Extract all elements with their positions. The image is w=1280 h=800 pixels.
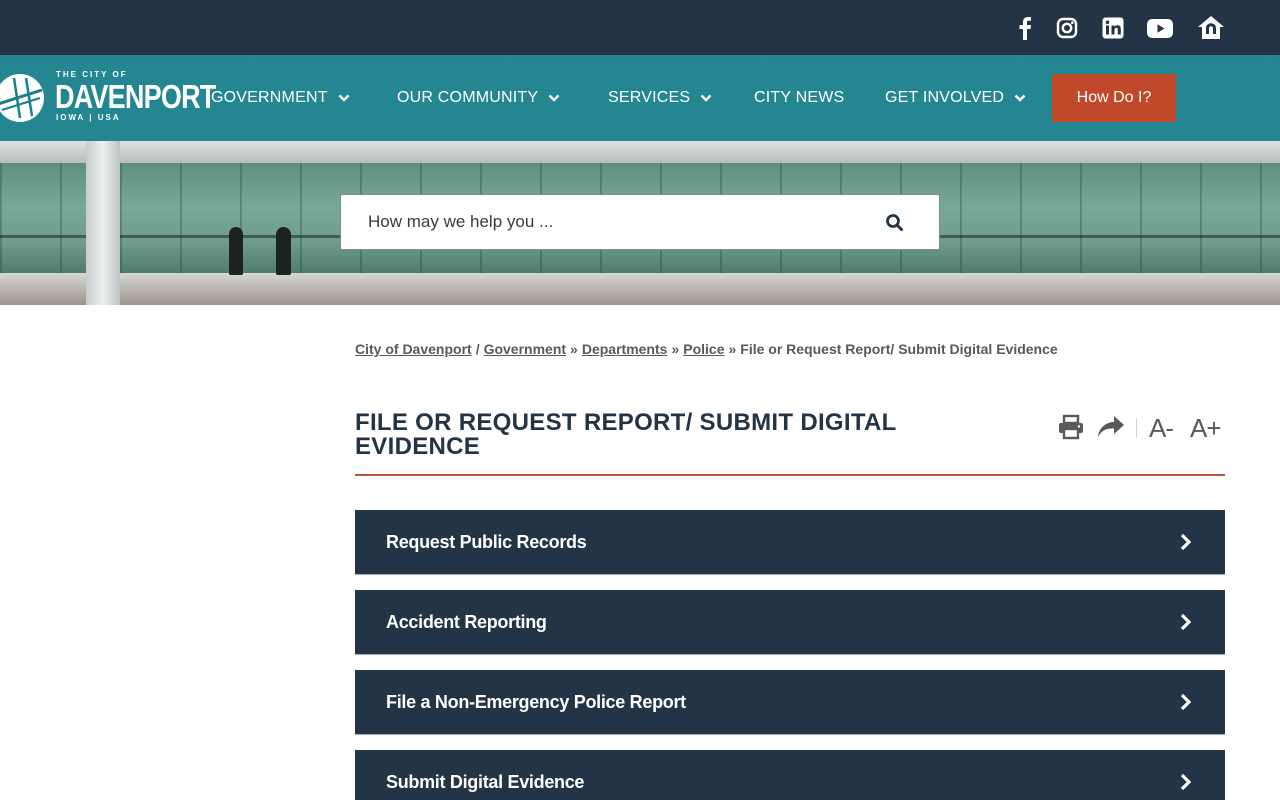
breadcrumb-link[interactable]: Departments (582, 341, 668, 357)
chevron-down-icon (1014, 89, 1026, 107)
instagram-icon[interactable] (1055, 13, 1079, 43)
nav-get-involved[interactable]: GET INVOLVED (885, 86, 1026, 110)
site-search (340, 194, 940, 250)
nextdoor-icon[interactable] (1196, 13, 1226, 43)
accordion-label: Submit Digital Evidence (386, 771, 585, 792)
font-decrease-button[interactable]: A- (1149, 413, 1174, 444)
search-icon[interactable] (885, 213, 905, 233)
nav-city-news[interactable]: CITY NEWS (754, 86, 844, 110)
hero-person (276, 227, 291, 275)
breadcrumb-separator: » (728, 341, 737, 357)
facebook-icon[interactable] (1016, 13, 1034, 43)
accordion-request-public-records[interactable]: Request Public Records (355, 510, 1225, 575)
accordion-submit-digital-evidence[interactable]: Submit Digital Evidence (355, 750, 1225, 800)
social-bar (0, 0, 1280, 55)
chevron-right-icon (1179, 532, 1193, 552)
hero-person (229, 227, 243, 275)
breadcrumb-link[interactable]: Police (683, 341, 724, 357)
how-do-i-button[interactable]: How Do I? (1052, 74, 1176, 122)
breadcrumb-separator: » (671, 341, 680, 357)
city-logo[interactable]: THE CITY OF DAVENPORT IOWA | USA (0, 68, 216, 126)
print-icon[interactable] (1058, 412, 1084, 442)
chevron-down-icon (338, 89, 350, 107)
hero-floor (0, 273, 1280, 305)
nav-label: GOVERNMENT (211, 89, 328, 106)
hero-pillar (86, 141, 120, 305)
logo-name: DAVENPORT (55, 78, 216, 115)
youtube-icon[interactable] (1146, 13, 1174, 43)
chevron-down-icon (700, 89, 712, 107)
breadcrumb: City of Davenport / Government» Departments… (355, 341, 1058, 357)
hero-ceiling (0, 141, 1280, 163)
accordion-label: File a Non-Emergency Police Report (386, 691, 686, 712)
breadcrumb-current: File or Request Report/ Submit Digital E… (740, 341, 1058, 357)
breadcrumb-link[interactable]: Government (484, 341, 566, 357)
chevron-right-icon (1179, 612, 1193, 632)
accordion-label: Accident Reporting (386, 611, 547, 632)
chevron-right-icon (1179, 772, 1193, 792)
share-icon[interactable] (1097, 412, 1125, 442)
chevron-right-icon (1179, 692, 1193, 712)
nav-services[interactable]: SERVICES (608, 86, 712, 110)
nav-our-community[interactable]: OUR COMMUNITY (397, 86, 560, 110)
accordion-file-non-emergency-report[interactable]: File a Non-Emergency Police Report (355, 670, 1225, 735)
nav-label: OUR COMMUNITY (397, 89, 539, 106)
accordion-accident-reporting[interactable]: Accident Reporting (355, 590, 1225, 655)
search-input[interactable] (341, 195, 861, 249)
tool-divider (1136, 418, 1137, 438)
chevron-down-icon (548, 89, 560, 107)
linkedin-icon[interactable] (1101, 13, 1125, 43)
title-divider (355, 474, 1225, 476)
breadcrumb-link[interactable]: City of Davenport (355, 341, 472, 357)
nav-label: GET INVOLVED (885, 89, 1005, 106)
accordion-label: Request Public Records (386, 531, 587, 552)
nav-label: CITY NEWS (754, 89, 845, 106)
font-increase-button[interactable]: A+ (1190, 413, 1222, 444)
breadcrumb-separator: » (570, 341, 578, 357)
page-title: FILE OR REQUEST REPORT/ SUBMIT DIGITAL E… (355, 409, 897, 460)
breadcrumb-separator: / (475, 341, 480, 357)
nav-government[interactable]: GOVERNMENT (211, 86, 350, 110)
nav-label: SERVICES (608, 89, 691, 106)
logo-sub-text: IOWA | USA (56, 113, 121, 122)
